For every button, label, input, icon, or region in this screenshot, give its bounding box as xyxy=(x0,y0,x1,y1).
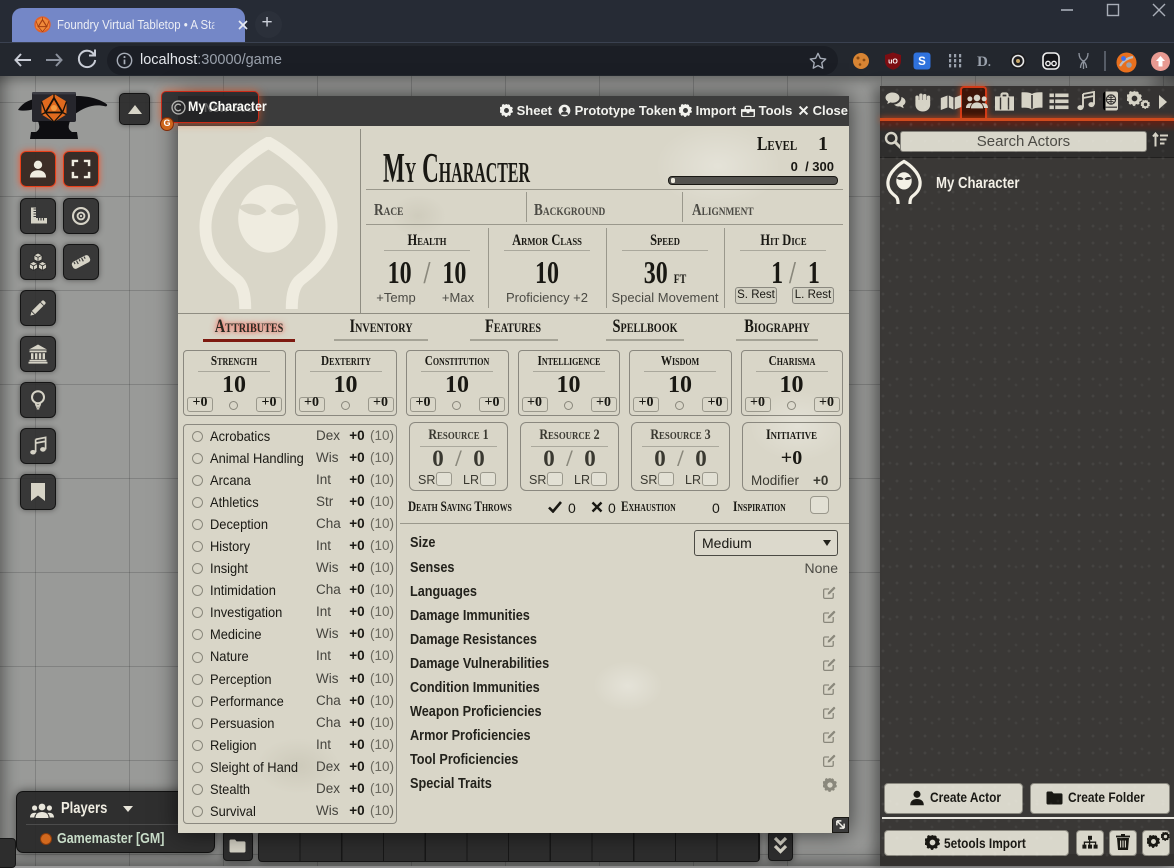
svg-text:S: S xyxy=(918,56,926,68)
svg-text:uO: uO xyxy=(888,59,898,66)
